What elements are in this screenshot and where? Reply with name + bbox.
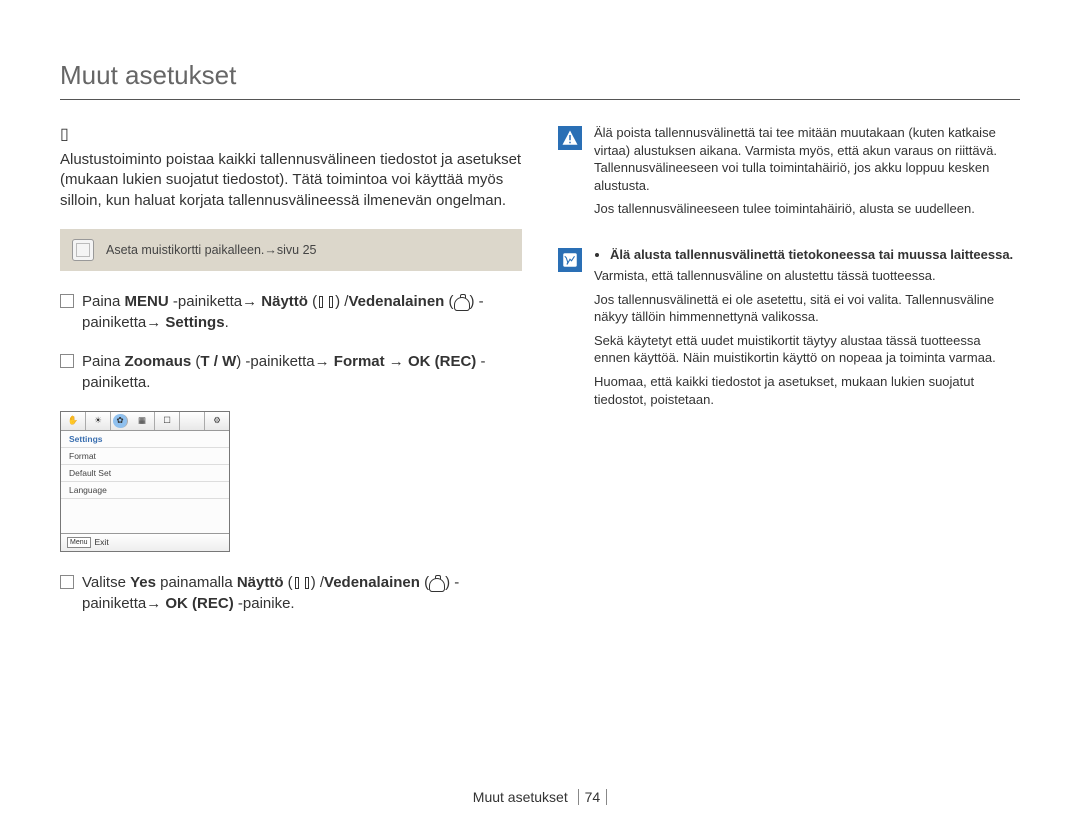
screenshot-tab: ⚙: [205, 412, 229, 430]
info-icon: [558, 248, 582, 272]
step-text: Yes: [130, 574, 156, 591]
title-rule: [60, 99, 1020, 100]
intro-paragraph: Alustustoiminto poistaa kaikki tallennus…: [60, 150, 522, 211]
warning-text-2: Jos tallennusvälineeseen tulee toimintah…: [594, 200, 1020, 218]
step-marker-icon: [60, 575, 74, 589]
steps-list: Paina MENU -painiketta→ Näyttö () /Veden…: [60, 291, 522, 393]
step-text: Settings: [165, 314, 224, 331]
page-title: Muut asetukset: [60, 60, 1020, 91]
step-text: Valitse: [82, 574, 130, 591]
step-3: Valitse Yes painamalla Näyttö () /Vedena…: [60, 572, 522, 614]
step-text: Näyttö: [261, 293, 308, 310]
info-text: Jos tallennusvälinettä ei ole asetettu, …: [594, 291, 1020, 326]
warning-icon: [558, 126, 582, 150]
step-text: Vedenalainen: [324, 574, 420, 591]
footer-section-label: Muut asetukset: [473, 789, 568, 805]
warning-block: Älä poista tallennusvälinettä tai tee mi…: [558, 124, 1020, 224]
step-text: Vedenalainen: [348, 293, 444, 310]
screenshot-tab: ✋: [61, 412, 86, 430]
step-1: Paina MENU -painiketta→ Näyttö () /Veden…: [60, 291, 522, 333]
info-block: Älä alusta tallennusvälinettä tietokonee…: [558, 246, 1020, 414]
info-bullet-text: Älä alusta tallennusvälinettä tietokonee…: [610, 247, 1013, 262]
info-bullet: Älä alusta tallennusvälinettä tietokonee…: [610, 246, 1020, 264]
screenshot-row: Default Set: [61, 465, 229, 482]
card-icon: [72, 239, 94, 261]
display-icon: [293, 577, 311, 589]
step-text: →: [385, 353, 408, 370]
page-number: 74: [578, 789, 608, 805]
step-text: .: [225, 314, 229, 331]
step-text: ) -painiketta→: [236, 353, 329, 370]
info-text: Sekä käytetyt että uudet muistikortit tä…: [594, 332, 1020, 367]
display-icon: [317, 296, 335, 308]
note-box: Aseta muistikortti paikalleen.→sivu 25: [60, 229, 522, 271]
screenshot-heading: Settings: [61, 431, 229, 448]
step-text: -painiketta→: [169, 293, 262, 310]
step-text: /: [316, 574, 324, 591]
screenshot-tabs: ✋ ☀ ✿ ▦ ☐ ⚙: [61, 412, 229, 431]
step-text: Zoomaus: [125, 353, 192, 370]
screenshot-tab: ☀: [86, 412, 111, 430]
step-text: Format: [334, 353, 385, 370]
screenshot-tab: ☐: [155, 412, 180, 430]
step-text: T / W: [200, 353, 236, 370]
screenshot-row: Format: [61, 448, 229, 465]
warning-text-1: Älä poista tallennusvälinettä tai tee mi…: [594, 124, 1020, 194]
step-text: -painike.: [234, 595, 295, 612]
screenshot-tab-active: ✿: [113, 414, 128, 428]
step-text: OK (REC): [408, 353, 476, 370]
step-marker-icon: [60, 354, 74, 368]
screenshot-exit-label: Exit: [95, 537, 109, 547]
right-column: Älä poista tallennusvälinettä tai tee mi…: [558, 124, 1020, 632]
step-text: OK (REC): [165, 595, 233, 612]
info-text: Varmista, että tallennusväline on aluste…: [594, 267, 1020, 285]
screenshot-menu-button: Menu: [67, 537, 91, 548]
subheading-placeholder: ▯: [60, 124, 522, 144]
screenshot-tab: [180, 412, 205, 430]
step-text: painamalla: [156, 574, 237, 591]
info-text: Huomaa, että kaikki tiedostot ja asetuks…: [594, 373, 1020, 408]
note-text: Aseta muistikortti paikalleen.→sivu 25: [106, 243, 317, 257]
step-text: Paina: [82, 293, 125, 310]
step-2: Paina Zoomaus (T / W) -painiketta→ Forma…: [60, 351, 522, 393]
steps-list-2: Valitse Yes painamalla Näyttö () /Vedena…: [60, 572, 522, 614]
step-text: Paina: [82, 353, 125, 370]
page-footer: Muut asetukset 74: [0, 789, 1080, 805]
screenshot-footer: Menu Exit: [61, 533, 229, 551]
underwater-icon: [429, 578, 445, 592]
left-column: ▯ Alustustoiminto poistaa kaikki tallenn…: [60, 124, 522, 632]
underwater-icon: [454, 297, 470, 311]
ui-screenshot: ✋ ☀ ✿ ▦ ☐ ⚙ Settings Format Default Set …: [60, 411, 230, 552]
screenshot-row: Language: [61, 482, 229, 499]
step-marker-icon: [60, 294, 74, 308]
screenshot-tab: ▦: [130, 412, 155, 430]
step-text: MENU: [125, 293, 169, 310]
step-text: Näyttö: [237, 574, 284, 591]
